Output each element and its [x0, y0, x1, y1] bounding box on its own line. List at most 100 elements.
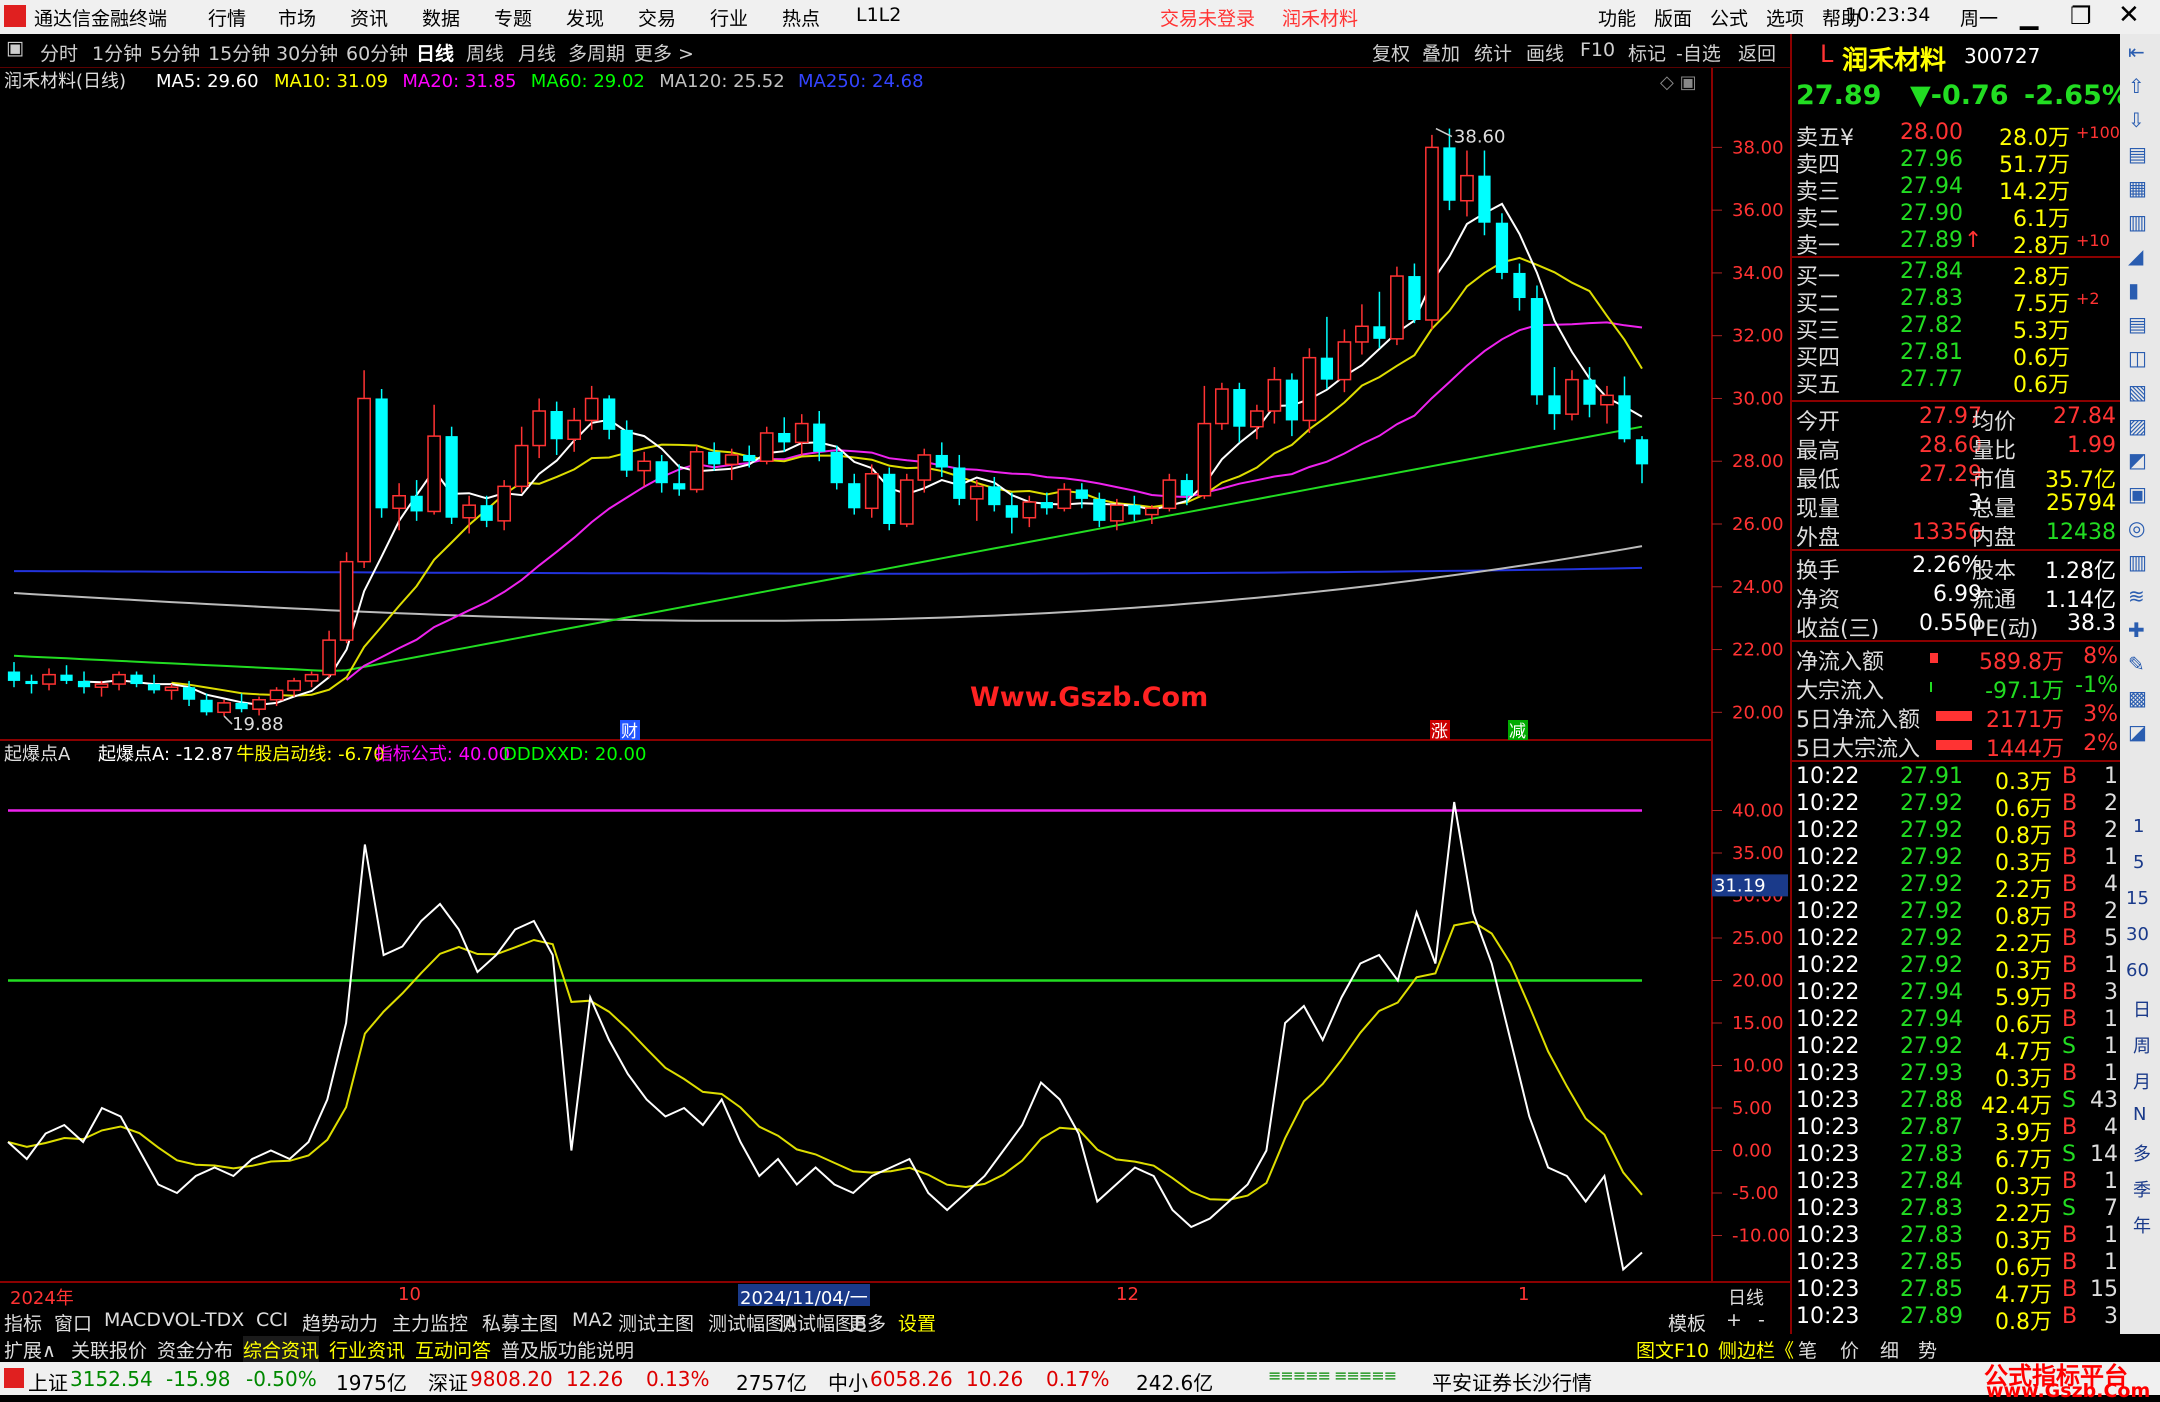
ask-row-2[interactable]: 卖三 27.94 14.2万 — [1792, 174, 2122, 205]
close-button[interactable]: ✕ — [2118, 0, 2140, 30]
action-button-4[interactable]: F10 — [1580, 39, 1615, 61]
side-tool-icon-2[interactable]: ⇩ — [2128, 108, 2145, 132]
minimize-button[interactable]: ▁ — [2020, 2, 2038, 30]
right-menu-item-1[interactable]: 版面 — [1654, 4, 1692, 31]
side-tab-1[interactable]: 侧边栏《 — [1718, 1336, 1794, 1363]
menu-item-2[interactable]: 资讯 — [350, 4, 388, 31]
index-name-1[interactable]: 深证 — [428, 1367, 468, 1396]
indicator-tab-1[interactable]: 窗口 — [54, 1309, 92, 1336]
period-tab-8[interactable]: 月线 — [518, 39, 556, 66]
action-button-5[interactable]: 标记 — [1628, 39, 1666, 66]
bid-row-2[interactable]: 买三 27.82 5.3万 — [1792, 313, 2122, 344]
chart-canvas[interactable]: 润禾材料(日线) MA5: 29.60 MA10: 31.09 MA20: 31.8… — [0, 68, 1790, 1283]
info-tab-5[interactable]: 互动问答 — [415, 1336, 491, 1363]
side-tab-3[interactable]: 价 — [1840, 1336, 1859, 1363]
side-tool-icon-17[interactable]: ✚ — [2128, 618, 2145, 642]
bid-row-4[interactable]: 买五 27.77 0.6万 — [1792, 367, 2122, 398]
side-tab-4[interactable]: 细 — [1880, 1336, 1899, 1363]
menu-item-9[interactable]: L1L2 — [856, 4, 901, 26]
side-tool-icon-5[interactable]: ▥ — [2128, 210, 2147, 234]
info-tab-1[interactable]: 关联报价 — [71, 1336, 147, 1363]
menu-item-1[interactable]: 市场 — [278, 4, 316, 31]
ask-row-1[interactable]: 卖四 27.96 51.7万 — [1792, 147, 2122, 178]
side-tab-0[interactable]: 图文F10 — [1636, 1336, 1709, 1363]
info-tab-0[interactable]: 扩展∧ — [4, 1336, 56, 1363]
menu-item-0[interactable]: 行情 — [208, 4, 246, 31]
side-tool-icon-3[interactable]: ▤ — [2128, 142, 2147, 166]
info-tab-2[interactable]: 资金分布 — [157, 1336, 233, 1363]
layout-icon[interactable]: ▣ — [6, 37, 24, 59]
action-button-2[interactable]: 统计 — [1474, 39, 1512, 66]
period-tab-4[interactable]: 30分钟 — [276, 39, 338, 66]
side-period-3[interactable]: 30 — [2126, 924, 2149, 945]
ask-row-0[interactable]: 卖五¥ 28.00 28.0万 +100 — [1792, 120, 2122, 151]
action-button-6[interactable]: -自选 — [1676, 39, 1721, 66]
period-tab-5[interactable]: 60分钟 — [346, 39, 408, 66]
side-tool-icon-9[interactable]: ◫ — [2128, 346, 2147, 370]
side-tool-icon-20[interactable]: ◪ — [2128, 720, 2147, 744]
bid-row-3[interactable]: 买四 27.81 0.6万 — [1792, 340, 2122, 371]
ask-row-3[interactable]: 卖二 27.90 6.1万 — [1792, 201, 2122, 232]
right-menu-item-2[interactable]: 公式 — [1710, 4, 1748, 31]
indicator-tab-4[interactable]: CCI — [256, 1309, 288, 1331]
period-tab-3[interactable]: 15分钟 — [208, 39, 270, 66]
side-period-1[interactable]: 5 — [2133, 852, 2144, 873]
indicator-tab-3[interactable]: VOL-TDX — [162, 1309, 244, 1331]
period-tab-10[interactable]: 更多 > — [634, 39, 694, 66]
side-period-10[interactable]: 季 — [2133, 1176, 2151, 1202]
bid-row-1[interactable]: 买二 27.83 7.5万 +2 — [1792, 286, 2122, 317]
side-tool-icon-8[interactable]: ▤ — [2128, 312, 2147, 336]
period-tab-1[interactable]: 1分钟 — [92, 39, 142, 66]
side-tool-icon-12[interactable]: ◩ — [2128, 448, 2147, 472]
index-name-2[interactable]: 中小 — [828, 1367, 868, 1396]
period-tab-2[interactable]: 5分钟 — [150, 39, 200, 66]
side-tool-icon-15[interactable]: ▥ — [2128, 550, 2147, 574]
menu-item-4[interactable]: 专题 — [494, 4, 532, 31]
side-period-8[interactable]: N — [2133, 1104, 2146, 1125]
side-tool-icon-0[interactable]: ⇤ — [2128, 40, 2145, 64]
period-tab-0[interactable]: 分时 — [40, 39, 78, 66]
indicator-tab-2[interactable]: MACD — [104, 1309, 161, 1331]
side-tool-icon-10[interactable]: ▧ — [2128, 380, 2147, 404]
right-menu-item-3[interactable]: 选项 — [1766, 4, 1804, 31]
side-period-7[interactable]: 月 — [2133, 1068, 2151, 1094]
side-tool-icon-4[interactable]: ▦ — [2128, 176, 2147, 200]
side-tool-icon-16[interactable]: ≋ — [2128, 584, 2145, 608]
side-tool-icon-13[interactable]: ▣ — [2128, 482, 2147, 506]
menu-item-8[interactable]: 热点 — [782, 4, 820, 31]
indicator-tab-12[interactable]: 更多 — [848, 1309, 886, 1336]
template-control-2[interactable]: - — [1758, 1309, 1765, 1331]
side-tab-5[interactable]: 势 — [1918, 1336, 1937, 1363]
period-tab-9[interactable]: 多周期 — [568, 39, 625, 66]
ask-row-4[interactable]: 卖一 27.89 ↑ 2.8万 +10 — [1792, 228, 2122, 259]
action-button-7[interactable]: 返回 — [1738, 39, 1776, 66]
period-tab-6[interactable]: 日线 — [416, 39, 454, 66]
indicator-tab-13[interactable]: 设置 — [898, 1309, 936, 1336]
side-tool-icon-19[interactable]: ▩ — [2128, 686, 2147, 710]
menu-item-7[interactable]: 行业 — [710, 4, 748, 31]
side-period-4[interactable]: 60 — [2126, 960, 2149, 981]
side-tool-icon-6[interactable]: ◢ — [2128, 244, 2143, 268]
right-menu-item-0[interactable]: 功能 — [1598, 4, 1636, 31]
side-period-6[interactable]: 周 — [2133, 1032, 2151, 1058]
chart-option-icon[interactable]: ◇ ▣ — [1660, 72, 1697, 93]
side-period-5[interactable]: 日 — [2133, 996, 2151, 1022]
indicator-tab-0[interactable]: 指标 — [4, 1309, 42, 1336]
menu-item-3[interactable]: 数据 — [422, 4, 460, 31]
side-tool-icon-7[interactable]: ▮ — [2128, 278, 2139, 302]
info-tab-3[interactable]: 综合资讯 — [243, 1336, 320, 1363]
action-button-3[interactable]: 画线 — [1526, 39, 1564, 66]
indicator-tab-7[interactable]: 私募主图 — [482, 1309, 558, 1336]
side-period-2[interactable]: 15 — [2126, 888, 2149, 909]
template-control-1[interactable]: + — [1726, 1309, 1742, 1331]
info-tab-6[interactable]: 普及版功能说明 — [501, 1336, 634, 1363]
side-tab-2[interactable]: 笔 — [1798, 1336, 1817, 1363]
action-button-1[interactable]: 叠加 — [1422, 39, 1460, 66]
side-tool-icon-11[interactable]: ▨ — [2128, 414, 2147, 438]
bid-row-0[interactable]: 买一 27.84 2.8万 — [1792, 259, 2122, 290]
login-status[interactable]: 交易未登录 — [1160, 4, 1255, 31]
side-period-0[interactable]: 1 — [2133, 816, 2144, 837]
indicator-tab-6[interactable]: 主力监控 — [392, 1309, 468, 1336]
indicator-tab-5[interactable]: 趋势动力 — [302, 1309, 378, 1336]
side-period-11[interactable]: 年 — [2133, 1212, 2151, 1238]
